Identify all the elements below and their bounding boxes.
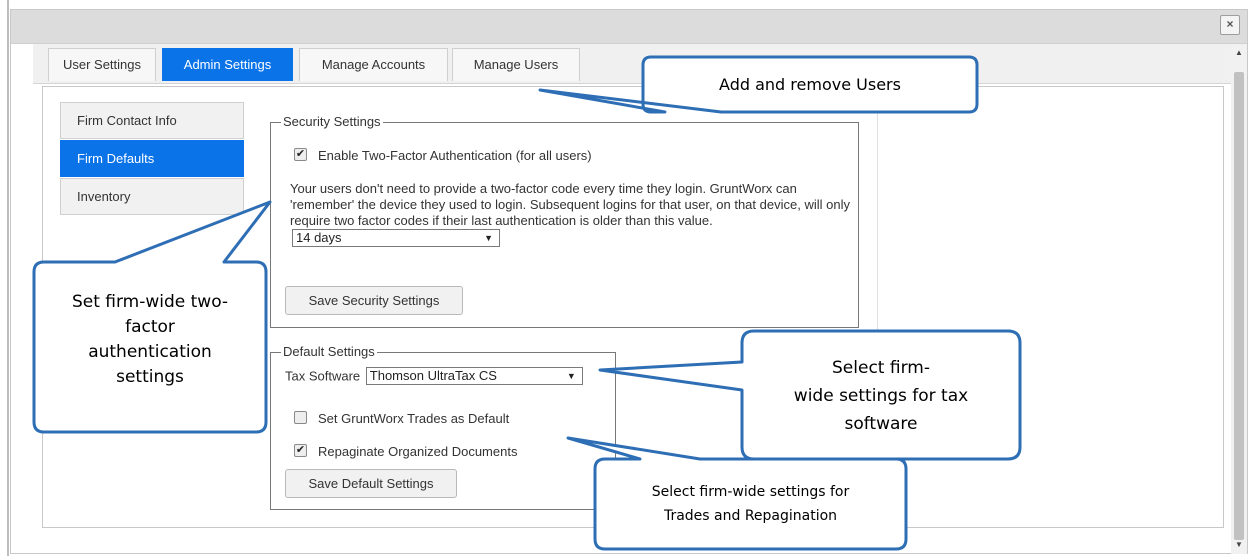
callout-tax-line-1: Select firm- xyxy=(832,358,930,378)
callout-trades-line-1: Select firm-wide settings for xyxy=(651,484,850,500)
callout-tax-line-2: wide settings for tax xyxy=(793,386,969,406)
callout-trades-line-2: Trades and Repagination xyxy=(663,508,838,524)
callout-two-factor-line-4: settings xyxy=(116,367,184,387)
callout-two-factor-line-1: Set firm-wide two- xyxy=(71,292,229,312)
callout-tax-line-3: software xyxy=(844,414,918,434)
callout-trades-text: Select firm-wide settings for Trades and… xyxy=(595,480,906,528)
callout-tax-text: Select firm- wide settings for tax softw… xyxy=(742,354,1020,438)
callout-two-factor-line-3: authentication xyxy=(88,342,212,362)
callout-users-text: Add and remove Users xyxy=(719,75,901,94)
callout-shapes xyxy=(32,55,1022,551)
callout-two-factor-line-2: factor xyxy=(125,317,175,337)
callout-two-factor-text: Set firm-wide two- factor authentication… xyxy=(34,290,266,390)
